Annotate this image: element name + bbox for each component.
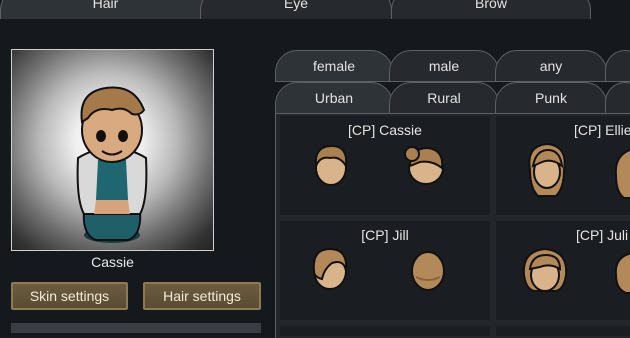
tab-male[interactable]: male [389, 50, 499, 82]
hair-front-icon [522, 247, 568, 292]
tab-rural[interactable]: Rural [389, 82, 499, 114]
hair-settings-button[interactable]: Hair settings [143, 282, 261, 310]
character-figure [76, 86, 148, 243]
tab-more-gender[interactable] [605, 50, 630, 82]
character-name: Cassie [91, 254, 134, 270]
tab-any[interactable]: any [495, 50, 607, 82]
hair-cell[interactable]: [CP] Jill [280, 221, 490, 320]
hair-back-icon [411, 251, 445, 291]
tab-urban[interactable]: Urban [275, 82, 393, 114]
skin-settings-button[interactable]: Skin settings [11, 282, 128, 310]
hair-front-icon [312, 247, 348, 290]
tab-female[interactable]: female [275, 50, 393, 82]
hair-cell-title: [CP] Ellie [574, 122, 630, 138]
hair-cell-partial [496, 326, 630, 336]
hair-front-icon [528, 142, 566, 197]
hair-cell-title: [CP] Jill [361, 227, 409, 243]
bottom-panel-edge [11, 323, 261, 333]
tab-eye[interactable]: Eye [200, 0, 392, 19]
hair-side-icon [404, 146, 444, 185]
hair-cell[interactable]: [CP] Juli [496, 221, 630, 320]
tab-hair[interactable]: Hair [0, 0, 211, 19]
tab-punk[interactable]: Punk [495, 82, 607, 114]
tab-brow[interactable]: Brow [391, 0, 591, 19]
hair-cell-partial [280, 326, 490, 336]
hair-cell[interactable]: [CP] Cassie [280, 116, 490, 215]
hair-cell-title: [CP] Juli [576, 227, 629, 243]
tab-more-style[interactable] [605, 82, 630, 114]
hair-front-icon [314, 144, 348, 186]
hair-side-icon [614, 252, 630, 294]
hair-cell[interactable]: [CP] Ellie [496, 116, 630, 215]
hair-side-icon [614, 149, 630, 199]
hair-cell-title: [CP] Cassie [348, 122, 422, 138]
character-portrait [11, 49, 214, 251]
